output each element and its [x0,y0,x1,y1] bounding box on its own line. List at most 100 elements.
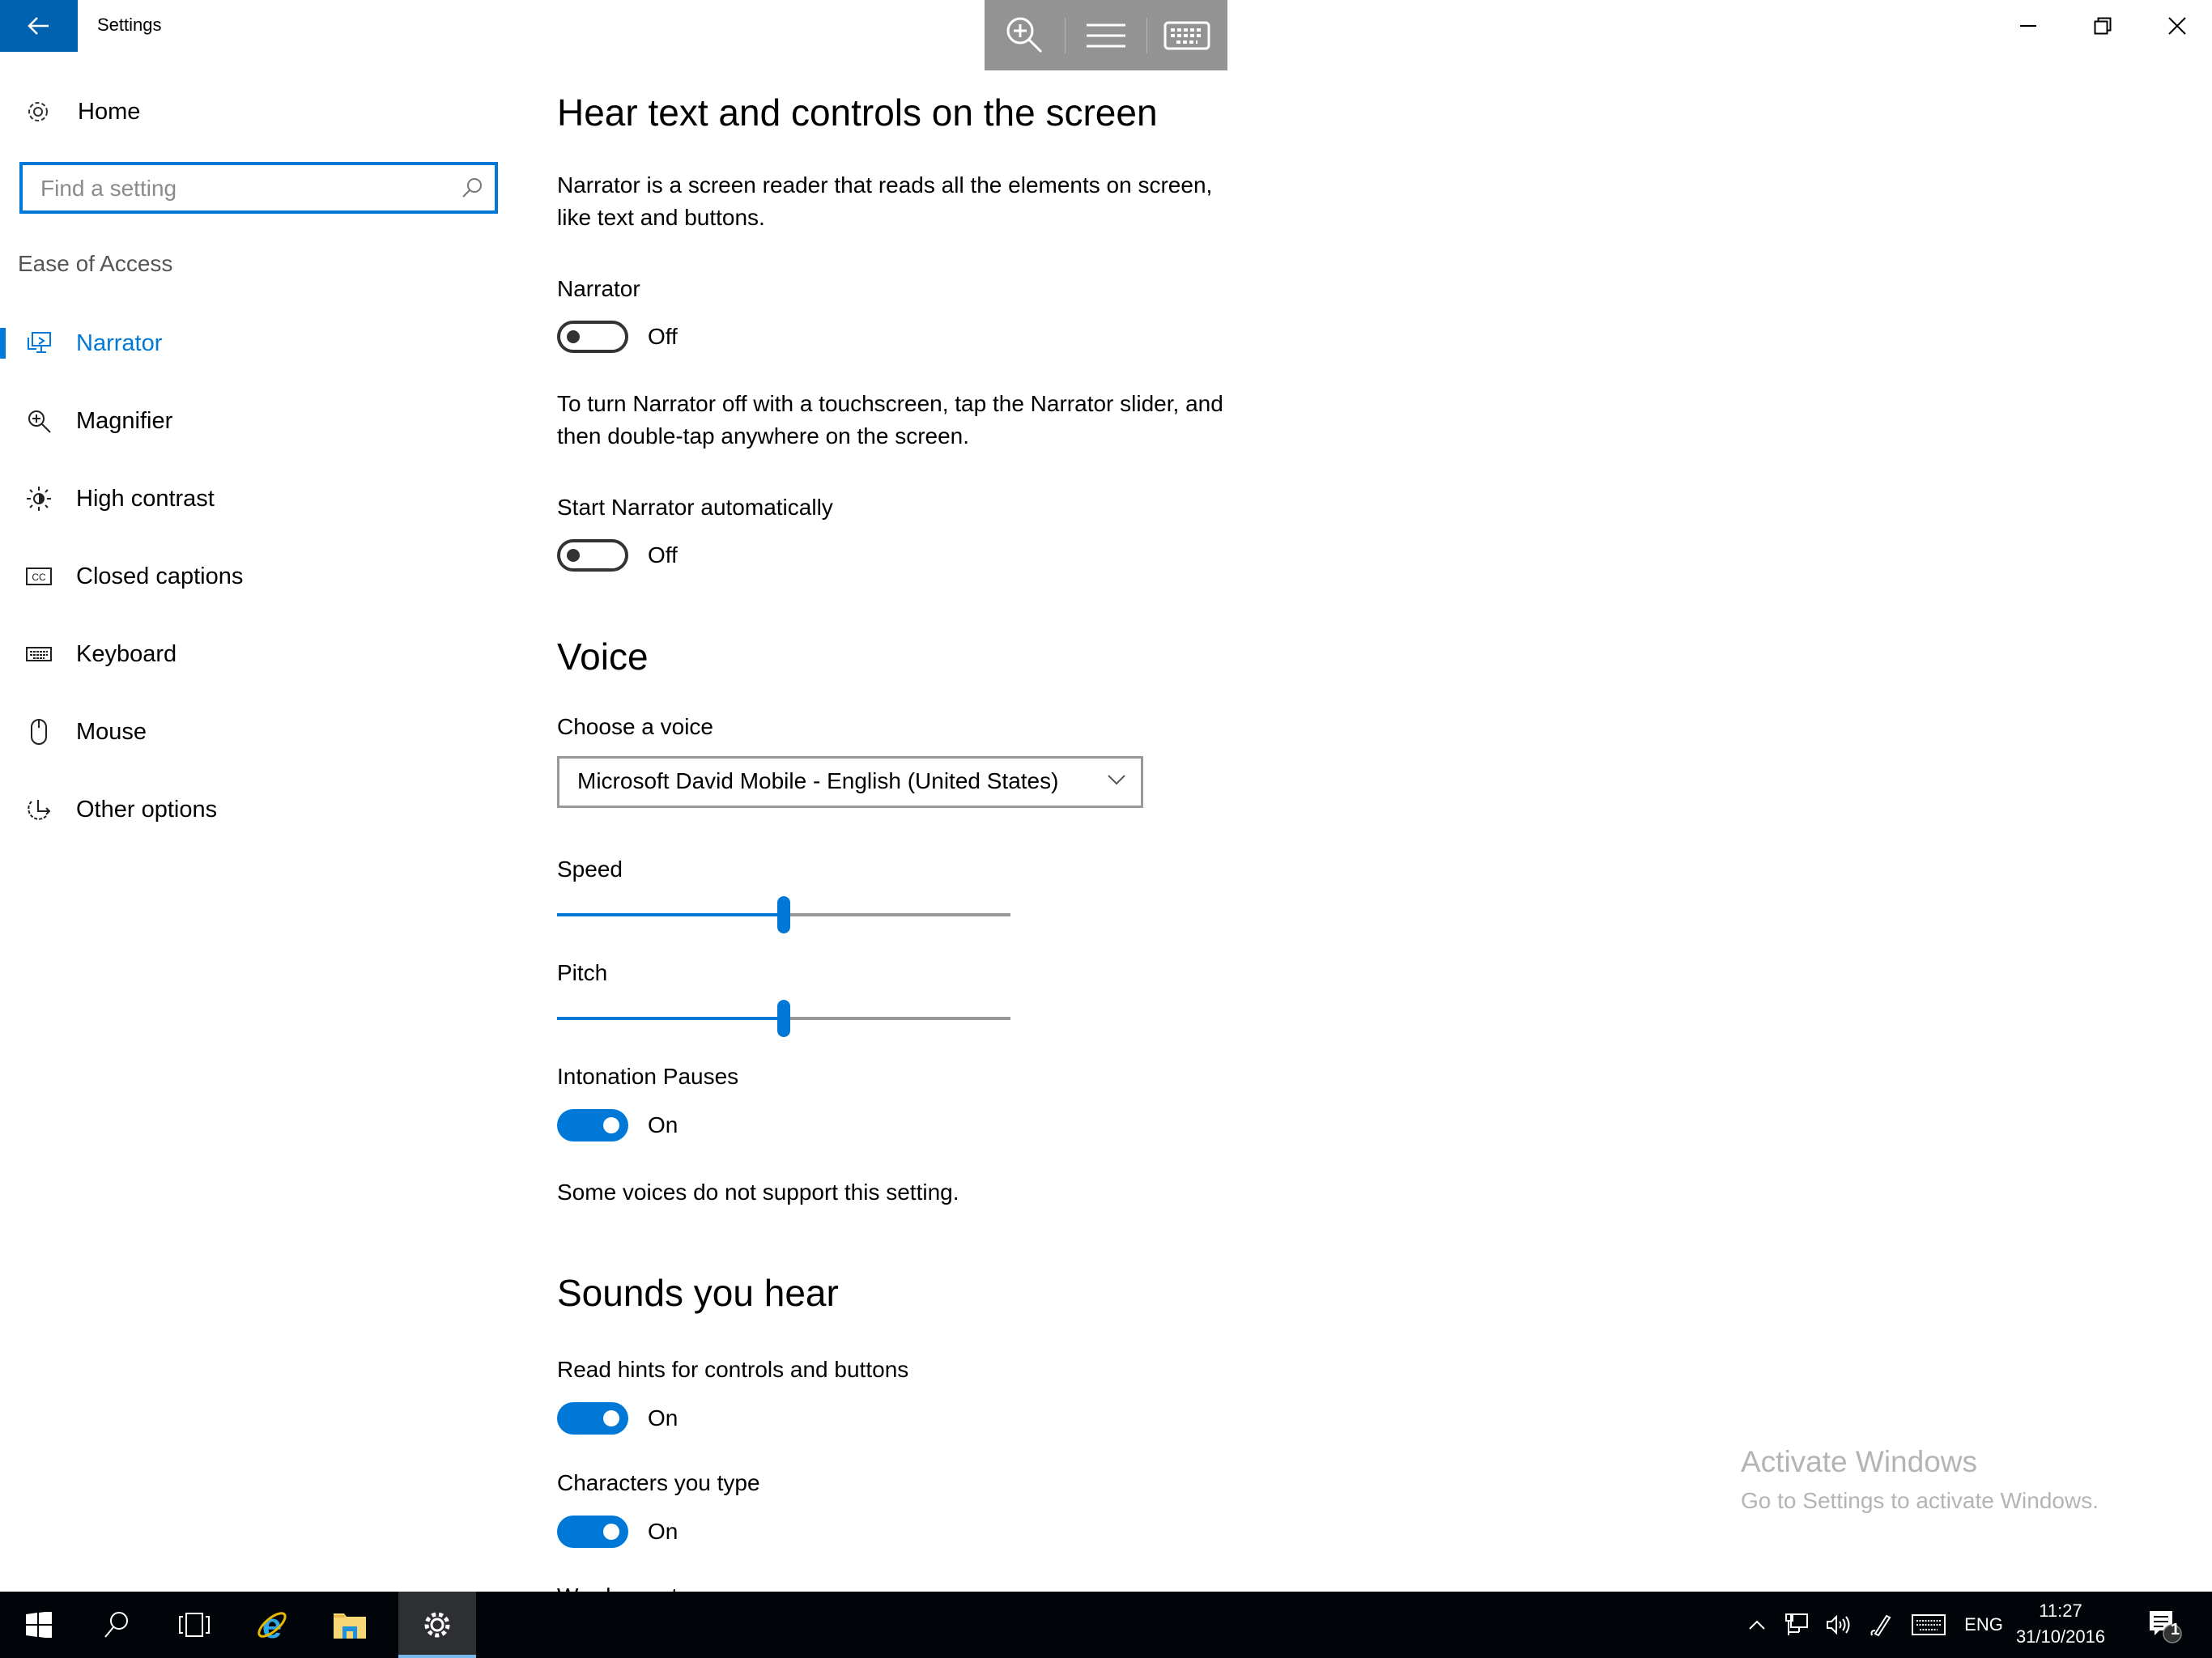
sidebar-item-label: Other options [76,796,218,823]
touch-hint-line1: To turn Narrator off with a touchscreen,… [557,391,1223,416]
network-button[interactable] [1778,1592,1815,1658]
back-arrow-icon [28,17,49,35]
narrator-toggle[interactable]: Off [557,319,678,355]
task-view-button[interactable] [155,1592,233,1658]
file-explorer-icon [334,1613,366,1639]
active-indicator [0,328,6,359]
slider-thumb[interactable] [777,896,790,933]
close-icon [2168,17,2186,35]
chars-typed-switch[interactable] [557,1516,628,1548]
voice-selected: Microsoft David Mobile - English (United… [577,768,1059,793]
zoom-in-button[interactable] [985,0,1065,70]
sidebar-item-closed-captions[interactable]: CC Closed captions [0,548,518,605]
file-explorer-button[interactable] [311,1592,389,1658]
intonation-switch[interactable] [557,1109,628,1141]
input-language-button[interactable]: ENG [1959,1592,2008,1658]
slider-fill [557,1017,784,1020]
search-icon [104,1612,128,1638]
intro-text-line2: like text and buttons. [557,205,765,230]
touch-keyboard-button[interactable] [1906,1592,1951,1658]
sidebar-item-mouse[interactable]: Mouse [0,704,518,760]
read-hints-state: On [648,1405,678,1431]
magnifier-icon [24,406,53,436]
sidebar-item-label: Mouse [76,718,147,745]
restore-icon [2094,17,2112,35]
notification-count: 1 [2171,1621,2180,1639]
intonation-note: Some voices do not support this setting. [557,1180,959,1205]
other-options-icon [24,795,53,824]
svg-text:CC: CC [32,572,46,583]
action-center-button[interactable]: 1 [2134,1592,2193,1658]
chars-typed-toggle[interactable]: On [557,1514,678,1550]
start-icon [26,1612,52,1638]
speed-slider[interactable] [557,895,1010,935]
volume-button[interactable] [1820,1592,1857,1658]
gear-icon [28,102,48,121]
sidebar-item-label: Narrator [76,329,163,356]
choose-voice-label: Choose a voice [557,714,714,739]
read-hints-toggle[interactable]: On [557,1401,678,1436]
home-link[interactable]: Home [24,91,140,133]
clock-date: 31/10/2016 [2015,1626,2106,1647]
search-input[interactable] [39,170,463,207]
voice-heading: Voice [557,636,649,678]
high-contrast-icon [24,484,53,513]
search-icon[interactable] [461,176,483,203]
start-auto-switch[interactable] [557,539,628,572]
voice-dropdown[interactable]: Microsoft David Mobile - English (United… [557,756,1143,808]
slider-thumb[interactable] [777,1000,790,1037]
internet-explorer-icon: e [257,1607,287,1643]
sounds-heading: Sounds you hear [557,1272,839,1314]
taskbar: e ENG 11:27 31/10/2016 1 [0,1592,2212,1658]
svg-text:e: e [262,1607,282,1643]
start-auto-label: Start Narrator automatically [557,495,833,520]
search-button[interactable] [78,1592,155,1658]
start-button[interactable] [0,1592,78,1658]
sidebar-item-keyboard[interactable]: Keyboard [0,626,518,682]
touch-hint-line2: then double-tap anywhere on the screen. [557,423,970,449]
zoom-in-icon [1006,17,1042,53]
sidebar-item-magnifier[interactable]: Magnifier [0,393,518,449]
narrator-icon [24,329,53,358]
closed-captions-icon: CC [24,562,53,591]
narrator-state: Off [648,324,678,349]
pitch-slider[interactable] [557,998,1010,1039]
intro-text-line1: Narrator is a screen reader that reads a… [557,172,1213,198]
chevron-down-icon [1107,773,1126,790]
search-box[interactable] [19,162,498,214]
chars-typed-state: On [648,1519,678,1544]
intonation-toggle[interactable]: On [557,1107,678,1143]
sidebar-item-other-options[interactable]: Other options [0,781,518,838]
narrator-switch[interactable] [557,321,628,353]
settings-taskbar-button[interactable] [398,1592,476,1658]
pen-workspace-button[interactable] [1862,1592,1899,1658]
menu-icon [1086,23,1125,47]
narrator-label: Narrator [557,276,640,301]
internet-explorer-button[interactable]: e [233,1592,311,1658]
app-title: Settings [97,15,162,35]
show-hidden-icons-button[interactable] [1741,1592,1773,1658]
menu-button[interactable] [1066,0,1146,70]
read-hints-switch[interactable] [557,1402,628,1435]
keyboard-button[interactable] [1147,0,1227,70]
minimize-button[interactable] [1992,6,2065,45]
settings-icon [424,1612,450,1638]
page-heading: Hear text and controls on the screen [557,91,1158,134]
intonation-label: Intonation Pauses [557,1064,739,1089]
back-button[interactable] [0,0,78,52]
sidebar-item-label: High contrast [76,485,215,512]
volume-icon [1827,1614,1850,1635]
start-auto-toggle[interactable]: Off [557,538,678,573]
mouse-icon [24,717,53,746]
section-title: Ease of Access [18,251,173,276]
network-icon [1785,1613,1808,1635]
restore-button[interactable] [2066,6,2139,45]
clock[interactable]: 11:27 31/10/2016 [2012,1598,2109,1650]
intonation-state: On [648,1112,678,1137]
sidebar-item-narrator[interactable]: Narrator [0,315,518,372]
activation-watermark-title: Activate Windows [1741,1445,1977,1478]
sidebar-item-high-contrast[interactable]: High contrast [0,470,518,527]
sidebar-item-label: Closed captions [76,563,244,589]
close-button[interactable] [2141,6,2212,45]
keyboard-icon [24,640,53,669]
